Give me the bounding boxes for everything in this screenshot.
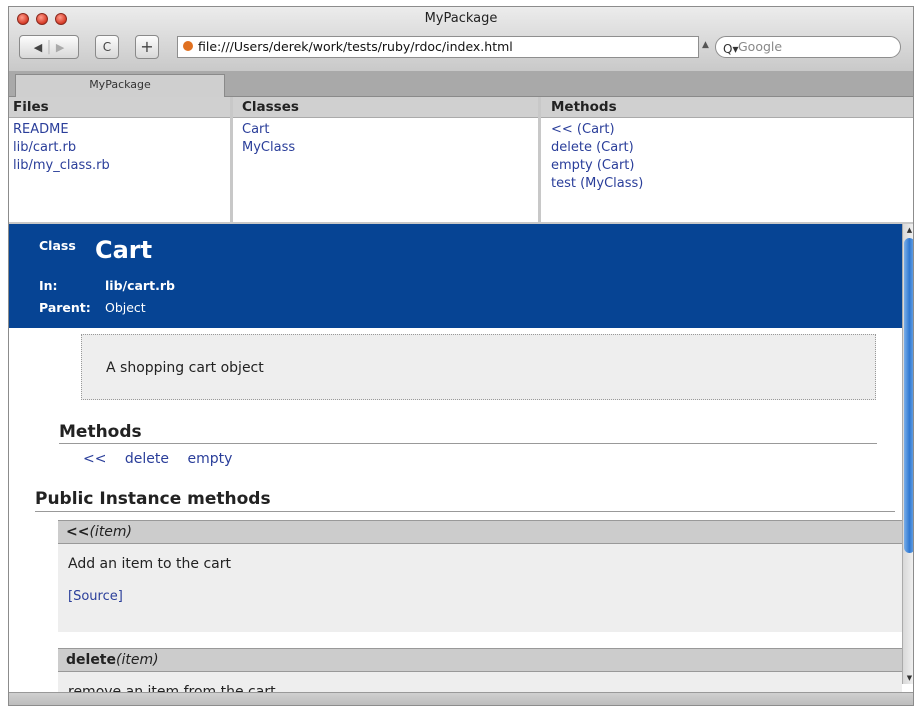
class-description: A shopping cart object bbox=[81, 334, 876, 400]
method-args: (item) bbox=[89, 524, 133, 540]
scroll-thumb[interactable] bbox=[904, 238, 913, 553]
methods-heading: Methods bbox=[541, 97, 913, 118]
search-placeholder: Google bbox=[738, 39, 783, 54]
in-file-link[interactable]: lib/cart.rb bbox=[105, 278, 175, 293]
method-description: Add an item to the cart bbox=[68, 556, 231, 572]
vertical-scrollbar[interactable]: ▲ ▼ bbox=[902, 224, 913, 684]
method-anchor-link[interactable]: delete bbox=[125, 451, 169, 467]
scroll-down-icon[interactable]: ▼ bbox=[904, 674, 913, 682]
method-link[interactable]: test (MyClass) bbox=[551, 175, 913, 193]
class-name: Cart bbox=[95, 236, 153, 264]
class-header: Class Cart In: lib/cart.rb Parent: Objec… bbox=[9, 224, 902, 328]
classes-pane: Classes Cart MyClass bbox=[233, 97, 541, 222]
file-link[interactable]: lib/my_class.rb bbox=[13, 157, 230, 175]
status-bar bbox=[9, 692, 913, 705]
url-text: file:///Users/derek/work/tests/ruby/rdoc… bbox=[198, 39, 513, 54]
url-dropdown-icon[interactable]: ▲ bbox=[702, 40, 709, 50]
method-description: remove an item from the cart bbox=[68, 684, 276, 694]
method-anchor-link[interactable]: empty bbox=[187, 451, 232, 467]
parent-label: Parent: bbox=[39, 300, 91, 315]
class-link[interactable]: MyClass bbox=[242, 139, 538, 157]
add-bookmark-icon: + bbox=[140, 37, 154, 56]
doc-content: Class Cart In: lib/cart.rb Parent: Objec… bbox=[9, 224, 902, 694]
add-bookmark-button[interactable]: + bbox=[135, 35, 159, 59]
index-frames: Files README lib/cart.rb lib/my_class.rb… bbox=[9, 97, 913, 225]
methods-pane: Methods << (Cart) delete (Cart) empty (C… bbox=[541, 97, 913, 222]
method-name: delete bbox=[66, 652, 116, 668]
window-title: MyPackage bbox=[424, 11, 498, 26]
back-forward-buttons[interactable]: ◀ | ▶ bbox=[19, 35, 79, 59]
methods-links: << delete empty bbox=[83, 451, 246, 467]
method-block: delete(item) remove an item from the car… bbox=[58, 648, 902, 694]
public-instance-heading: Public Instance methods bbox=[35, 489, 895, 512]
tab-bar: MyPackage bbox=[9, 71, 913, 97]
source-link[interactable]: [Source] bbox=[58, 572, 902, 604]
files-heading: Files bbox=[9, 97, 230, 118]
address-bar[interactable]: file:///Users/derek/work/tests/ruby/rdoc… bbox=[177, 36, 699, 58]
method-link[interactable]: delete (Cart) bbox=[551, 139, 913, 157]
method-link[interactable]: << (Cart) bbox=[551, 121, 913, 139]
favicon-icon bbox=[183, 41, 193, 51]
title-bar: MyPackage ◀ | ▶ C + file:///Users/derek/… bbox=[9, 7, 913, 72]
file-link[interactable]: README bbox=[13, 121, 230, 139]
reload-button[interactable]: C bbox=[95, 35, 119, 59]
reload-icon: C bbox=[102, 40, 112, 54]
search-icon[interactable]: Q▾ bbox=[723, 39, 738, 59]
forward-icon[interactable]: ▶ bbox=[56, 41, 64, 54]
file-link[interactable]: lib/cart.rb bbox=[13, 139, 230, 157]
browser-window: MyPackage ◀ | ▶ C + file:///Users/derek/… bbox=[8, 6, 914, 706]
method-signature: <<(item) bbox=[58, 520, 902, 544]
methods-section-heading: Methods bbox=[59, 422, 877, 444]
method-anchor-link[interactable]: << bbox=[83, 451, 106, 467]
back-icon[interactable]: ◀ bbox=[34, 41, 42, 54]
files-pane: Files README lib/cart.rb lib/my_class.rb bbox=[9, 97, 233, 222]
method-signature: delete(item) bbox=[58, 648, 902, 672]
method-link[interactable]: empty (Cart) bbox=[551, 157, 913, 175]
class-label: Class bbox=[39, 238, 76, 253]
in-label: In: bbox=[39, 278, 58, 293]
parent-value: Object bbox=[105, 300, 146, 315]
search-field[interactable]: Q▾ Google bbox=[715, 36, 901, 58]
tab-mypackage[interactable]: MyPackage bbox=[15, 74, 225, 97]
scroll-up-icon[interactable]: ▲ bbox=[904, 226, 913, 234]
classes-heading: Classes bbox=[233, 97, 538, 118]
class-link[interactable]: Cart bbox=[242, 121, 538, 139]
method-block: <<(item) Add an item to the cart [Source… bbox=[58, 520, 902, 632]
method-args: (item) bbox=[116, 652, 159, 668]
method-name: << bbox=[66, 524, 90, 540]
